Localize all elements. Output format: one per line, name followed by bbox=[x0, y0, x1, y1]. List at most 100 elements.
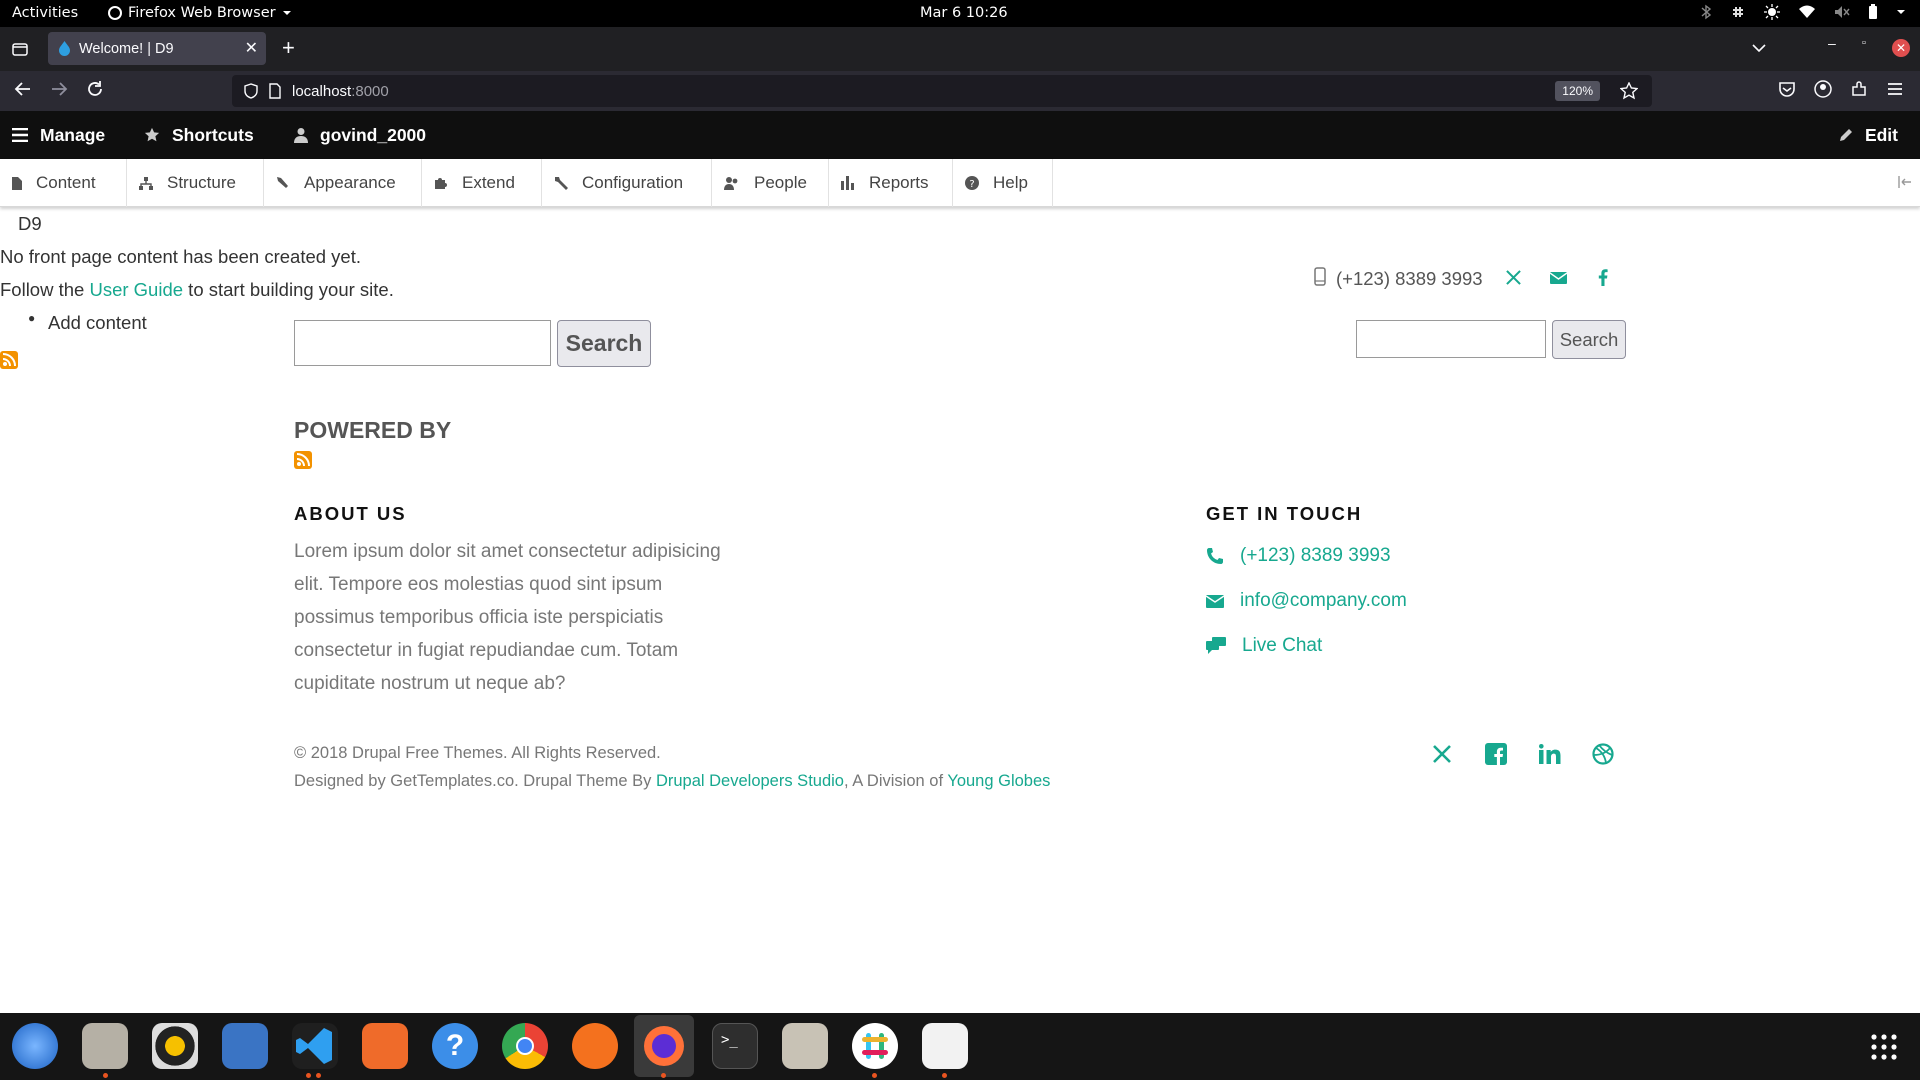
menu-appearance[interactable]: Appearance bbox=[264, 159, 422, 207]
running-indicator bbox=[306, 1073, 311, 1078]
shortcuts-label: Shortcuts bbox=[172, 124, 254, 145]
url-text[interactable]: localhost:8000 bbox=[292, 83, 389, 100]
rss-feed-icon[interactable] bbox=[0, 351, 18, 369]
close-tab-icon[interactable]: ✕ bbox=[245, 38, 258, 58]
facebook-icon[interactable] bbox=[1598, 269, 1608, 286]
zoom-level-badge[interactable]: 120% bbox=[1555, 81, 1600, 101]
pocket-icon[interactable] bbox=[1778, 80, 1796, 98]
writer-icon[interactable] bbox=[222, 1023, 268, 1069]
app-name: Firefox Web Browser bbox=[128, 5, 276, 21]
forward-icon[interactable] bbox=[50, 80, 68, 98]
extensions-icon[interactable] bbox=[1850, 80, 1868, 98]
sitemap-icon bbox=[139, 176, 153, 190]
menu-people[interactable]: People bbox=[712, 159, 829, 207]
close-window-icon[interactable]: ✕ bbox=[1892, 39, 1910, 57]
minimize-icon[interactable]: – bbox=[1828, 35, 1836, 51]
clock[interactable]: Mar 6 10:26 bbox=[920, 5, 1008, 21]
archive-icon[interactable] bbox=[782, 1023, 828, 1069]
account-icon[interactable] bbox=[1814, 80, 1832, 98]
contact-phone: (+123) 8389 3993 bbox=[1240, 545, 1391, 566]
menu-reports[interactable]: Reports bbox=[829, 159, 953, 207]
url-bar[interactable]: localhost:8000 120% bbox=[232, 75, 1652, 107]
chrome-icon[interactable] bbox=[502, 1023, 548, 1069]
thunderbird-icon[interactable] bbox=[12, 1023, 58, 1069]
footer-dribbble-icon[interactable] bbox=[1592, 743, 1614, 765]
contact-email-row[interactable]: info@company.com bbox=[1206, 590, 1407, 612]
contact-chat-row[interactable]: Live Chat bbox=[1206, 635, 1322, 657]
user-icon bbox=[294, 128, 308, 143]
tray-orientation-toggle-icon[interactable] bbox=[1898, 176, 1912, 188]
system-tray[interactable] bbox=[1700, 4, 1906, 20]
drupal-admin-toolbar: Manage Shortcuts govind_2000 Edit bbox=[0, 111, 1920, 159]
menu-appearance-label: Appearance bbox=[304, 173, 396, 192]
search-input-header[interactable] bbox=[1356, 320, 1546, 358]
app-menu[interactable]: Firefox Web Browser bbox=[108, 5, 292, 21]
menu-help[interactable]: ? Help bbox=[953, 159, 1053, 207]
powered-rss-icon[interactable] bbox=[294, 451, 312, 469]
wifi-icon bbox=[1799, 5, 1815, 18]
user-guide-link[interactable]: User Guide bbox=[89, 279, 183, 300]
new-tab-icon[interactable]: + bbox=[282, 35, 295, 61]
files-icon[interactable] bbox=[82, 1023, 128, 1069]
contact-phone-row[interactable]: (+123) 8389 3993 bbox=[1206, 545, 1391, 567]
maximize-icon[interactable]: ▫ bbox=[1862, 37, 1866, 49]
search-button-header[interactable]: Search bbox=[1552, 320, 1626, 359]
terminal-icon[interactable]: >_ bbox=[712, 1023, 758, 1069]
designed-by: Designed by GetTemplates.co. Drupal Them… bbox=[294, 772, 1050, 791]
menu-configuration[interactable]: Configuration bbox=[542, 159, 712, 207]
menu-structure[interactable]: Structure bbox=[127, 159, 264, 207]
search-input-main[interactable] bbox=[294, 320, 551, 366]
site-name-link[interactable]: D9 bbox=[18, 213, 42, 235]
menu-extend[interactable]: Extend bbox=[422, 159, 542, 207]
bookmark-star-icon[interactable] bbox=[1620, 82, 1638, 100]
menu-content[interactable]: Content bbox=[0, 159, 127, 207]
footer-linkedin-icon[interactable] bbox=[1539, 744, 1561, 764]
page-info-icon[interactable] bbox=[268, 83, 282, 99]
reload-icon[interactable] bbox=[86, 80, 104, 98]
people-icon bbox=[724, 177, 738, 190]
rhythmbox-icon[interactable] bbox=[152, 1023, 198, 1069]
back-icon[interactable] bbox=[14, 80, 32, 98]
menu-help-label: Help bbox=[993, 173, 1028, 192]
help-app-icon[interactable]: ? bbox=[432, 1023, 478, 1069]
edit-tab[interactable]: Edit bbox=[1839, 111, 1898, 159]
x-twitter-icon[interactable] bbox=[1506, 270, 1521, 285]
tab-welcome[interactable]: Welcome! | D9 ✕ bbox=[48, 32, 266, 65]
menu-content-label: Content bbox=[36, 173, 96, 192]
user-tab[interactable]: govind_2000 bbox=[294, 111, 426, 159]
hamburger-menu-icon[interactable] bbox=[1886, 80, 1904, 98]
manage-tab[interactable]: Manage bbox=[12, 111, 105, 159]
battery-icon bbox=[1869, 4, 1877, 19]
search-button-main[interactable]: Search bbox=[557, 320, 651, 367]
manage-label: Manage bbox=[40, 124, 106, 145]
bluetooth-icon bbox=[1701, 4, 1712, 20]
shortcuts-tab[interactable]: Shortcuts bbox=[144, 111, 254, 159]
footer-x-icon[interactable] bbox=[1432, 744, 1452, 764]
young-globes-link[interactable]: Young Globes bbox=[947, 772, 1050, 790]
shield-icon[interactable] bbox=[244, 83, 258, 99]
mobile-phone-icon bbox=[1314, 267, 1326, 286]
menu-people-label: People bbox=[754, 173, 807, 192]
about-text: Lorem ipsum dolor sit amet consectetur a… bbox=[294, 541, 721, 694]
tab-overview-icon[interactable] bbox=[12, 41, 28, 57]
software-center-icon[interactable] bbox=[362, 1023, 408, 1069]
brightness-icon bbox=[1764, 4, 1780, 20]
vscode-icon[interactable] bbox=[292, 1023, 338, 1069]
about-heading: ABOUT US bbox=[294, 503, 407, 524]
show-apps-grid-icon[interactable] bbox=[1870, 1033, 1898, 1061]
follow-pre: Follow the bbox=[0, 279, 90, 300]
firefox-small-icon bbox=[108, 6, 122, 20]
document-viewer-icon[interactable] bbox=[922, 1023, 968, 1069]
footer-facebook-icon[interactable] bbox=[1485, 743, 1507, 765]
postman-icon[interactable] bbox=[572, 1023, 618, 1069]
puzzle-icon bbox=[435, 178, 447, 189]
contact-heading: GET IN TOUCH bbox=[1206, 503, 1363, 524]
drupal-developers-link[interactable]: Drupal Developers Studio bbox=[656, 772, 844, 790]
mail-icon[interactable] bbox=[1550, 272, 1567, 284]
list-all-tabs-icon[interactable] bbox=[1752, 43, 1766, 53]
activities-button[interactable]: Activities bbox=[12, 5, 78, 21]
slack-icon[interactable] bbox=[852, 1023, 898, 1069]
running-indicator bbox=[316, 1073, 321, 1078]
firefox-dock-highlight[interactable] bbox=[634, 1015, 694, 1077]
add-content-link[interactable]: Add content bbox=[48, 312, 147, 334]
